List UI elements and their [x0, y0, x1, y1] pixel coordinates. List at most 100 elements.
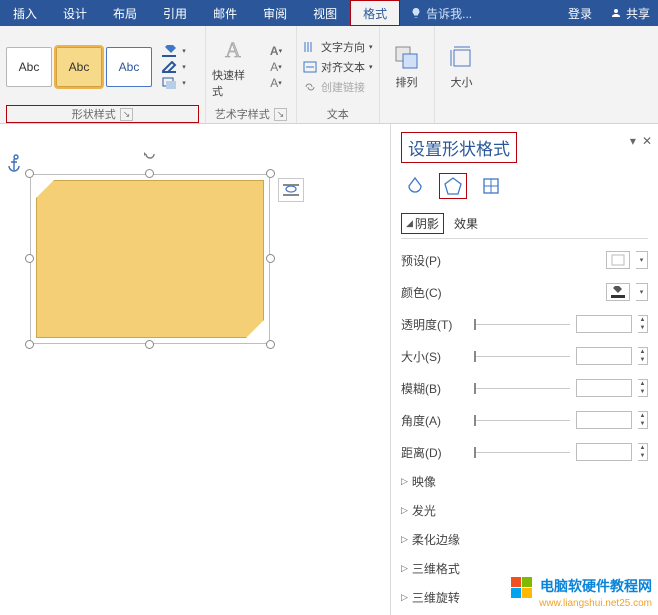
preset-picker[interactable] — [606, 251, 630, 269]
size-button[interactable]: 大小 — [441, 44, 483, 90]
slider-transparency[interactable] — [475, 324, 570, 325]
section-reflection[interactable]: ▷映像 — [401, 473, 648, 490]
shape-fill-button[interactable]: ▾ — [160, 44, 188, 58]
layout-options-button[interactable] — [278, 178, 304, 202]
group-label-arrange-spacer — [386, 105, 428, 123]
resize-handle-n[interactable] — [145, 169, 154, 178]
text-outline-button[interactable]: A▾ — [262, 60, 290, 74]
input-angle[interactable] — [576, 411, 632, 429]
layout-props-icon[interactable] — [477, 173, 505, 199]
link-icon — [303, 81, 317, 93]
share-label: 共享 — [626, 5, 650, 22]
resize-handle-nw[interactable] — [25, 169, 34, 178]
input-size[interactable] — [576, 347, 632, 365]
section-glow[interactable]: ▷发光 — [401, 502, 648, 519]
group-label-text: 文本 — [303, 105, 373, 123]
input-distance[interactable] — [576, 443, 632, 461]
resize-handle-s[interactable] — [145, 340, 154, 349]
shape-style-preset-2[interactable]: Abc — [56, 47, 102, 87]
tab-review[interactable]: 审阅 — [250, 0, 300, 26]
effect-tabs: ◢ 阴影 效果 — [401, 213, 648, 239]
label-distance: 距离(D) — [401, 444, 469, 461]
label-blur: 模糊(B) — [401, 380, 469, 397]
create-link-label: 创建链接 — [321, 79, 365, 95]
input-blur[interactable] — [576, 379, 632, 397]
bucket-icon — [162, 45, 182, 57]
shape-style-preset-3[interactable]: Abc — [106, 47, 152, 87]
align-text-button[interactable]: 对齐文本▾ — [303, 59, 373, 75]
spinner-size[interactable]: ▲▼ — [638, 347, 648, 365]
tab-glow-etc[interactable]: 效果 — [450, 213, 482, 234]
resize-handle-e[interactable] — [266, 254, 275, 263]
preset-dropdown[interactable]: ▾ — [636, 251, 648, 269]
group-shape-styles: Abc Abc Abc ▾ ▾ ▾ 形状样式 ↘ — [0, 26, 206, 123]
tab-layout[interactable]: 布局 — [100, 0, 150, 26]
resize-handle-se[interactable] — [266, 340, 275, 349]
effects-icon[interactable] — [439, 173, 467, 199]
section-soft-edges[interactable]: ▷柔化边缘 — [401, 531, 648, 548]
group-label-wordart: 艺术字样式 ↘ — [212, 105, 290, 123]
ribbon: Abc Abc Abc ▾ ▾ ▾ 形状样式 ↘ — [0, 26, 658, 124]
pane-close-button[interactable]: ✕ — [642, 134, 652, 148]
tab-shadow[interactable]: ◢ 阴影 — [401, 213, 444, 234]
shape-outline-button[interactable]: ▾ — [160, 60, 188, 74]
format-shape-pane: 设置形状格式 ▾ ✕ ◢ 阴影 效果 预设(P) — [390, 124, 658, 615]
dialog-launcher-icon[interactable]: ↘ — [120, 108, 134, 121]
effects-icon — [162, 77, 182, 89]
dialog-launcher-icon[interactable]: ↘ — [274, 108, 288, 121]
label-size: 大小(S) — [401, 348, 469, 365]
arrange-button[interactable]: 排列 — [386, 44, 428, 90]
shape-effects-button[interactable]: ▾ — [160, 76, 188, 90]
input-transparency[interactable] — [576, 315, 632, 333]
tab-insert[interactable]: 插入 — [0, 0, 50, 26]
spinner-distance[interactable]: ▲▼ — [638, 443, 648, 461]
section-3d-format[interactable]: ▷三维格式 — [401, 560, 648, 577]
slider-angle[interactable] — [475, 420, 570, 421]
tab-design[interactable]: 设计 — [50, 0, 100, 26]
resize-handle-ne[interactable] — [266, 169, 275, 178]
signin-button[interactable]: 登录 — [558, 0, 602, 26]
tell-me-label: 告诉我... — [426, 5, 472, 22]
row-blur: 模糊(B) ▲▼ — [401, 379, 648, 397]
row-color: 颜色(C) ▾ — [401, 283, 648, 301]
tell-me[interactable]: 告诉我... — [400, 0, 482, 26]
group-label-shape-styles[interactable]: 形状样式 ↘ — [6, 105, 199, 123]
text-direction-button[interactable]: 文字方向▾ — [303, 39, 373, 55]
spinner-angle[interactable]: ▲▼ — [638, 411, 648, 429]
shape-body[interactable] — [36, 180, 264, 338]
slider-blur[interactable] — [475, 388, 570, 389]
quick-styles-button[interactable]: A 快速样式 — [212, 35, 254, 99]
color-dropdown[interactable]: ▾ — [636, 283, 648, 301]
text-direction-label: 文字方向 — [321, 39, 365, 55]
row-transparency: 透明度(T) ▲▼ — [401, 315, 648, 333]
selected-shape[interactable] — [30, 174, 270, 344]
tab-view[interactable]: 视图 — [300, 0, 350, 26]
resize-handle-w[interactable] — [25, 254, 34, 263]
spinner-transparency[interactable]: ▲▼ — [638, 315, 648, 333]
watermark-text: 电脑软硬件教程网 — [540, 578, 652, 594]
color-picker[interactable] — [606, 283, 630, 301]
quick-styles-label: 快速样式 — [212, 67, 254, 99]
share-button[interactable]: 共享 — [602, 0, 658, 26]
tab-mailings[interactable]: 邮件 — [200, 0, 250, 26]
fill-line-icon[interactable] — [401, 173, 429, 199]
watermark-url: www.liangshui.net25.com — [511, 598, 652, 609]
shape-style-preset-1[interactable]: Abc — [6, 47, 52, 87]
pane-options-button[interactable]: ▾ — [630, 134, 636, 148]
pane-category-icons — [401, 173, 648, 199]
resize-handle-sw[interactable] — [25, 340, 34, 349]
tab-format[interactable]: 格式 — [350, 0, 400, 26]
text-fill-button[interactable]: A▾ — [262, 44, 290, 58]
group-text: 文字方向▾ 对齐文本▾ 创建链接 文本 — [297, 26, 380, 123]
spinner-blur[interactable]: ▲▼ — [638, 379, 648, 397]
bucket-icon — [611, 286, 625, 298]
document-canvas[interactable] — [0, 124, 390, 615]
create-link-button[interactable]: 创建链接 — [303, 79, 365, 95]
slider-distance[interactable] — [475, 452, 570, 453]
slider-size[interactable] — [475, 356, 570, 357]
rotate-handle[interactable] — [142, 146, 158, 165]
arrange-label: 排列 — [396, 74, 418, 90]
tab-references[interactable]: 引用 — [150, 0, 200, 26]
text-effects-button[interactable]: A▾ — [262, 76, 290, 90]
layout-options-icon — [282, 182, 300, 198]
